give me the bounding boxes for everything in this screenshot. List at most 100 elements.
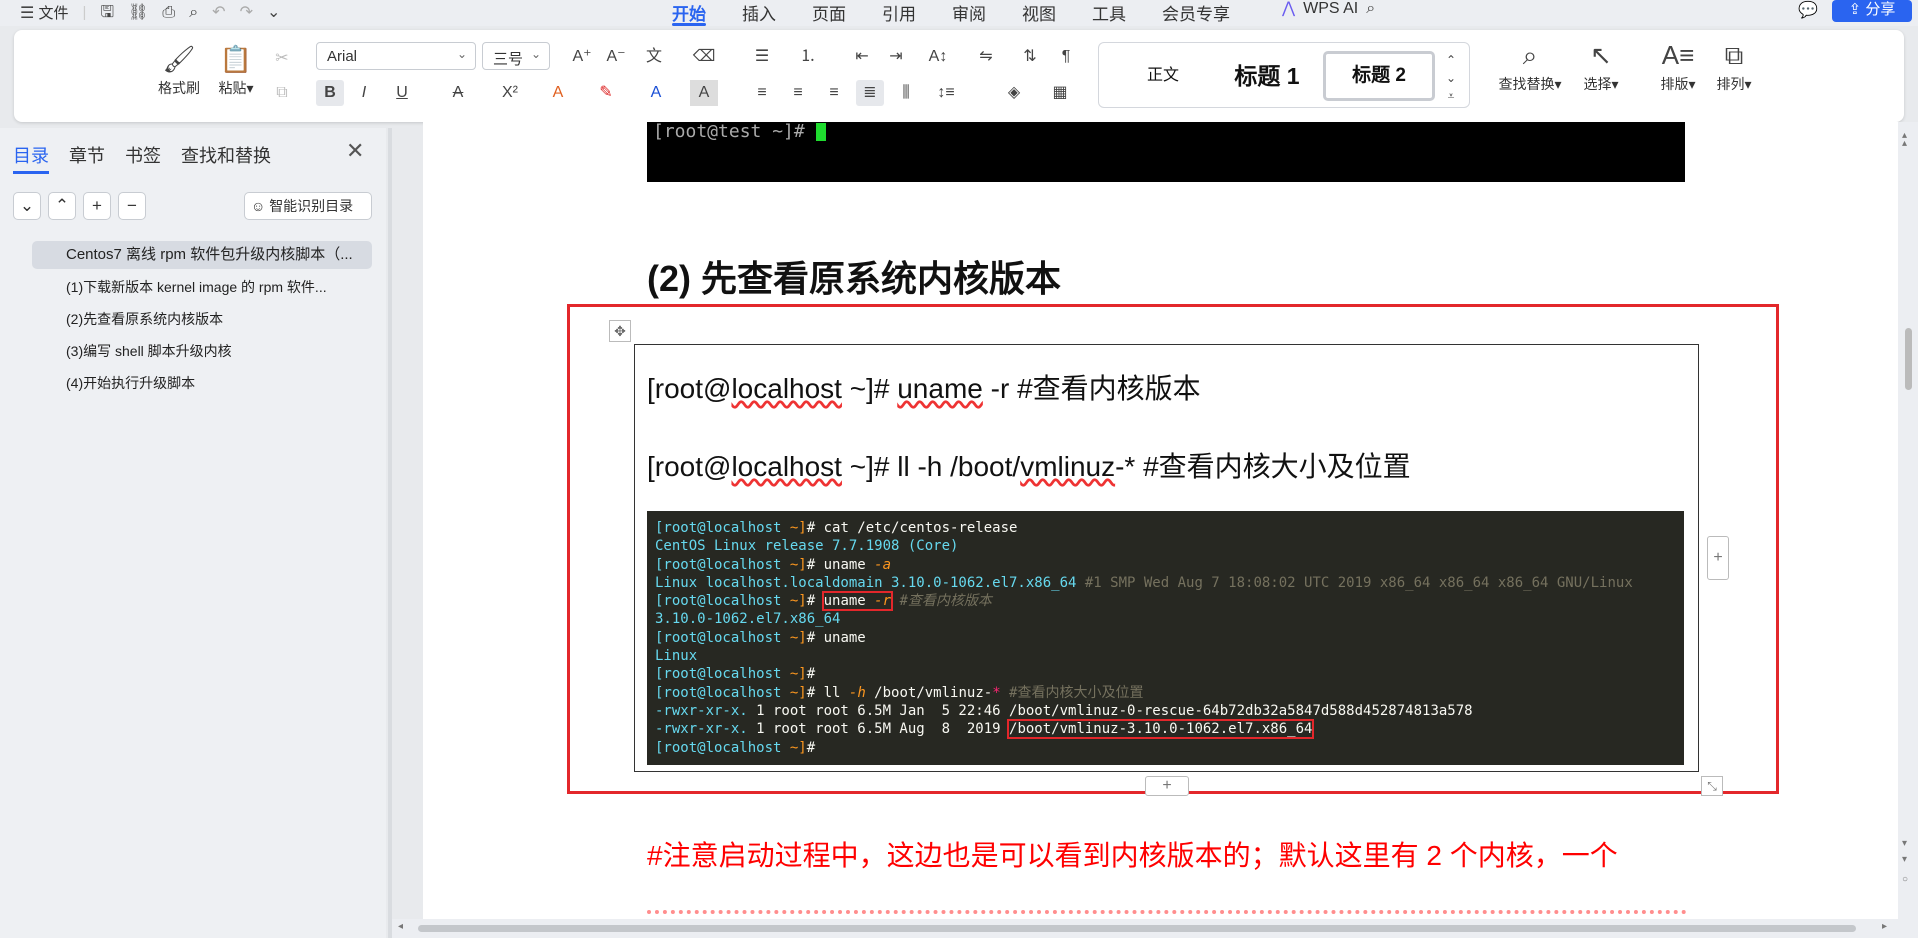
align-right-icon[interactable]: ≡ xyxy=(820,80,848,106)
file-menu[interactable]: ☰ 文件 xyxy=(20,2,69,23)
expand-icon[interactable]: ⌄ xyxy=(13,192,41,220)
paste-button[interactable]: 📋 粘贴▾ xyxy=(212,44,260,98)
arrange-button[interactable]: ⧉ 排列▾ xyxy=(1710,40,1758,94)
undo-icon[interactable]: ↶ xyxy=(212,4,225,21)
add-heading-icon[interactable]: + xyxy=(83,192,111,220)
font-family-select[interactable]: Arial ⌄ xyxy=(316,42,476,70)
vertical-scrollbar[interactable]: ▴ ▴ ▾ ▾ ○ xyxy=(1898,122,1918,938)
text-direction-icon[interactable]: A↕ xyxy=(924,44,952,70)
nav-tab-find[interactable]: 查找和替换 xyxy=(181,142,271,168)
superscript-button[interactable]: X² xyxy=(496,80,524,106)
font-size-select[interactable]: 三号 ⌄ xyxy=(482,42,550,70)
shading-icon[interactable]: ◈ xyxy=(1000,80,1028,106)
more-chevron-icon[interactable]: ⌄ xyxy=(267,4,280,21)
tab-review[interactable]: 审阅 xyxy=(952,0,986,24)
collapse-icon[interactable]: ⌃ xyxy=(48,192,76,220)
line-spacing-exchange-icon[interactable]: ⇋ xyxy=(972,44,1000,70)
style-heading-2[interactable]: 标题 2 xyxy=(1323,51,1435,101)
scroll-thumb[interactable] xyxy=(1905,328,1912,390)
chevron-down-icon: ⌄ xyxy=(456,47,467,61)
char-shading-button[interactable]: A xyxy=(690,80,718,106)
highlight-color-button[interactable]: ✎ xyxy=(592,80,620,106)
terminal-screenshot: [root@localhost ~]# cat /etc/centos-rele… xyxy=(647,511,1684,765)
increase-indent-icon[interactable]: ⇥ xyxy=(882,44,910,70)
pane-splitter[interactable] xyxy=(388,128,392,938)
tab-reference[interactable]: 引用 xyxy=(882,0,916,24)
tab-member[interactable]: 会员专享 xyxy=(1162,0,1230,24)
toc-item[interactable]: (3)编写 shell 脚本升级内核 xyxy=(32,337,372,365)
print-icon[interactable]: ⎙ xyxy=(162,4,175,21)
nav-tab-bookmark[interactable]: 书签 xyxy=(125,142,161,168)
find-replace-button[interactable]: ⌕ 查找替换▾ xyxy=(1494,40,1566,94)
scroll-down-icon[interactable]: ▾ xyxy=(1902,838,1907,849)
share-icon: ⇪ xyxy=(1848,1,1862,18)
nav-tab-chapter[interactable]: 章节 xyxy=(69,142,105,168)
tab-view[interactable]: 视图 xyxy=(1022,0,1056,24)
add-row-icon[interactable]: + xyxy=(1145,776,1189,796)
distributed-icon[interactable]: ⫼ xyxy=(892,80,920,106)
phonetic-icon[interactable]: 文 xyxy=(640,44,668,70)
remove-heading-icon[interactable]: − xyxy=(118,192,146,220)
style-heading-1[interactable]: 标题 1 xyxy=(1219,53,1315,99)
clear-format-icon[interactable]: ⌫ xyxy=(690,44,718,70)
increase-font-icon[interactable]: A⁺ xyxy=(568,44,596,70)
decrease-indent-icon[interactable]: ⇤ xyxy=(848,44,876,70)
tab-tools[interactable]: 工具 xyxy=(1092,0,1126,24)
strikethrough-button[interactable]: A xyxy=(444,80,472,106)
add-column-icon[interactable]: + xyxy=(1707,536,1729,580)
line-spacing-icon[interactable]: ↕≡ xyxy=(932,80,960,106)
tab-home[interactable]: 开始 xyxy=(672,0,706,26)
show-marks-icon[interactable]: ¶ xyxy=(1052,44,1080,70)
format-brush-button[interactable]: 🖌 格式刷 xyxy=(154,44,204,98)
toc-item[interactable]: Centos7 离线 rpm 软件包升级内核脚本（... xyxy=(32,241,372,269)
align-center-icon[interactable]: ≡ xyxy=(784,80,812,106)
close-icon[interactable]: ✕ xyxy=(346,138,364,164)
cursor-icon: ↖ xyxy=(1590,40,1612,70)
font-color-button[interactable]: A xyxy=(642,80,670,106)
ribbon-tabs: 开始 插入 页面 引用 审阅 视图 工具 会员专享 xyxy=(672,0,1266,26)
smart-toc-button[interactable]: ☺ 智能识别目录 xyxy=(244,192,372,220)
resize-table-icon[interactable]: ⤡ xyxy=(1701,776,1723,796)
copy-icon[interactable]: ⧉ xyxy=(268,80,296,106)
tab-page[interactable]: 页面 xyxy=(812,0,846,24)
print-preview-icon[interactable]: ⌕ xyxy=(189,4,198,21)
tab-insert[interactable]: 插入 xyxy=(742,0,776,24)
sort-icon[interactable]: ⇅ xyxy=(1016,44,1044,70)
justify-icon[interactable]: ≣ xyxy=(856,80,884,106)
wps-ai-button[interactable]: ⋀ WPS AI ⌕ xyxy=(1282,0,1375,18)
scroll-right-icon[interactable]: ▸ xyxy=(1882,921,1887,932)
text-effect-button[interactable]: A xyxy=(544,80,572,106)
decrease-font-icon[interactable]: A⁻ xyxy=(602,44,630,70)
share-button[interactable]: ⇪ 分享 xyxy=(1832,0,1912,22)
underline-button[interactable]: U xyxy=(388,80,416,106)
share-link-icon[interactable]: ⛓ xyxy=(128,4,148,21)
numbered-list-icon[interactable]: ⒈ xyxy=(794,44,822,70)
nav-tab-toc[interactable]: 目录 xyxy=(13,142,49,174)
align-left-icon[interactable]: ≡ xyxy=(748,80,776,106)
toc-item[interactable]: (1)下载新版本 kernel image 的 rpm 软件... xyxy=(32,273,372,301)
italic-button[interactable]: I xyxy=(350,80,378,106)
comment-icon[interactable]: 💬 xyxy=(1798,0,1818,20)
scroll-left-icon[interactable]: ◂ xyxy=(398,921,403,932)
select-button[interactable]: ↖ 选择▾ xyxy=(1576,40,1626,94)
horizontal-scrollbar[interactable]: ◂ ▸ xyxy=(392,919,1898,938)
hscroll-thumb[interactable] xyxy=(418,925,1856,932)
bold-button[interactable]: B xyxy=(316,80,344,106)
layout-button[interactable]: A≡ 排版▾ xyxy=(1654,40,1702,94)
toc-item[interactable]: (4)开始执行升级脚本 xyxy=(32,369,372,397)
command-line-1: [root@localhost ~]# uname -r #查看内核版本 xyxy=(647,373,1201,404)
cut-icon[interactable]: ✂ xyxy=(268,46,296,72)
prev-page-icon[interactable]: ▴ xyxy=(1902,138,1907,149)
redo-icon[interactable]: ↷ xyxy=(240,4,253,21)
borders-icon[interactable]: ▦ xyxy=(1046,80,1074,106)
table-move-icon[interactable]: ✥ xyxy=(609,320,631,342)
select-browse-icon[interactable]: ○ xyxy=(1902,874,1908,885)
save-icon[interactable]: 🖫 xyxy=(100,4,114,21)
bullet-list-icon[interactable]: ☰ xyxy=(748,44,776,70)
style-normal[interactable]: 正文 xyxy=(1113,53,1213,99)
next-page-icon[interactable]: ▾ xyxy=(1902,854,1907,865)
search-icon[interactable]: ⌕ xyxy=(1366,1,1375,17)
expand-styles-icon[interactable]: ⩡ xyxy=(1439,83,1463,109)
toc-item[interactable]: (2)先查看原系统内核版本 xyxy=(32,305,372,333)
uname-r-highlight: uname -r xyxy=(821,591,894,612)
